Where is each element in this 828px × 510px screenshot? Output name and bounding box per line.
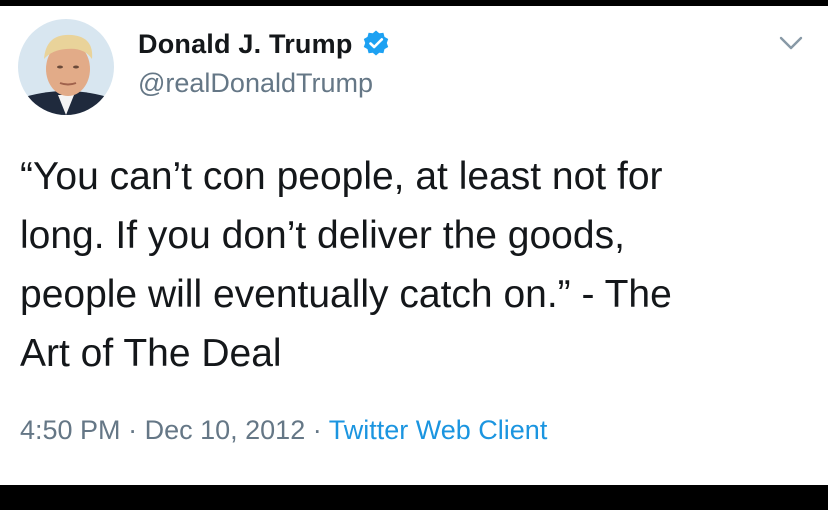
- tweet-card: Donald J. Trump @realDonaldTrump “You ca…: [0, 6, 828, 485]
- profile-photo-icon: [18, 19, 114, 115]
- meta-separator: ·: [128, 415, 138, 445]
- chevron-down-icon[interactable]: [776, 32, 806, 54]
- tweet-metadata: 4:50 PM · Dec 10, 2012 · Twitter Web Cli…: [20, 415, 547, 446]
- tweet-date[interactable]: Dec 10, 2012: [145, 415, 306, 445]
- meta-separator: ·: [312, 415, 322, 445]
- tweet-source-link[interactable]: Twitter Web Client: [329, 415, 548, 445]
- author-name-row: Donald J. Trump: [138, 27, 391, 61]
- avatar[interactable]: [18, 19, 114, 115]
- author-display-name[interactable]: Donald J. Trump: [138, 29, 353, 60]
- tweet-text: “You can’t con people, at least not for …: [20, 155, 672, 375]
- tweet-time[interactable]: 4:50 PM: [20, 415, 121, 445]
- author-handle[interactable]: @realDonaldTrump: [138, 68, 373, 99]
- verified-badge-icon: [363, 30, 388, 56]
